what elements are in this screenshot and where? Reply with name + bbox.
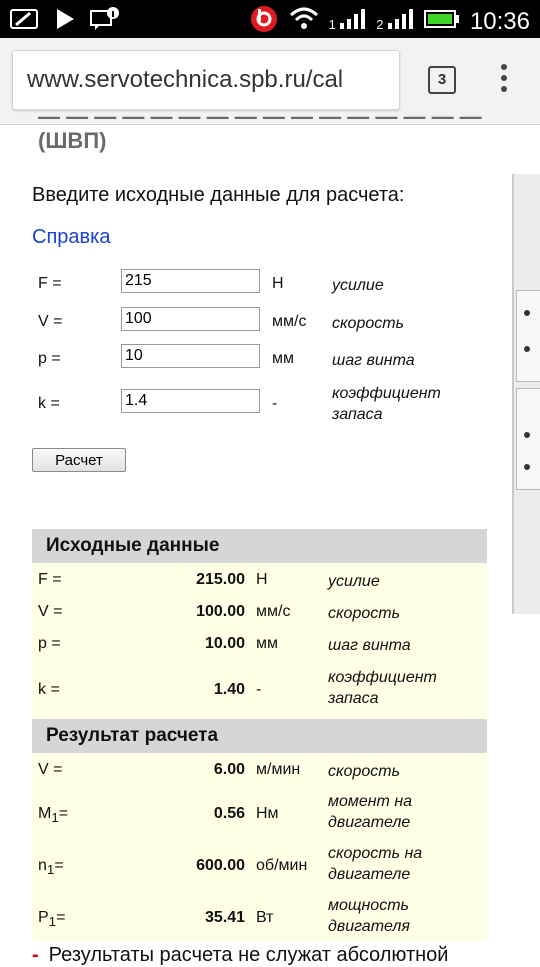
footnote-bullet: - [32,944,39,966]
table-row: M1= 0.56 Нм момент на двигателе [32,785,487,837]
footnote: - Результаты расчета не служат абсолютной [32,944,448,967]
input-label: F = [38,275,62,292]
input-row-pitch: p = мм шаг винта [0,344,540,378]
table-row: k = 1.40 - коэффициент запаса [32,661,487,719]
browser-toolbar: www.servotechnica.spb.ru/cal 3 [0,38,540,125]
intro-text: Введите исходные данные для расчета: [32,184,405,206]
safety-factor-input[interactable] [121,389,260,413]
source-data-header: Исходные данные [32,529,487,563]
table-row: n1= 600.00 об/мин скорость на двигателе [32,837,487,889]
input-label: k = [38,395,60,412]
row-unit: мм/с [256,603,291,620]
input-label: p = [38,350,61,367]
row-value: 600.00 [196,857,245,874]
result-body: V = 6.00 м/мин скорость M1= 0.56 Нм моме… [32,753,487,941]
input-label: V = [38,313,63,330]
input-desc: коэффициент запаса [332,385,441,423]
force-input[interactable] [121,269,260,293]
row-label: V = [38,603,63,620]
row-unit: Вт [256,909,274,926]
table-row: V = 6.00 м/мин скорость [32,753,487,785]
table-row: V = 100.00 мм/с скорость [32,595,487,627]
row-unit: Н [256,571,268,588]
table-row: F = 215.00 Н усилие [32,563,487,595]
row-label: P1= [38,909,66,930]
battery-icon [423,9,460,34]
row-unit: Нм [256,805,279,822]
row-value: 10.00 [204,635,245,652]
status-bar: 1 2 10:36 [0,0,540,38]
url-text: www.servotechnica.spb.ru/cal [27,66,344,93]
row-desc: шаг винта [328,637,411,654]
row-value: 100.00 [196,603,245,620]
row-desc: скорость на двигателе [328,845,423,883]
input-desc: скорость [332,315,404,332]
row-label: p = [38,635,61,652]
input-unit: Н [272,275,284,292]
help-link[interactable]: Справка [32,226,110,249]
wifi-icon [289,6,319,37]
input-unit: - [272,395,278,412]
tab-switcher-button[interactable]: 3 [428,66,456,94]
play-store-icon [54,7,76,36]
edit-notification-icon [10,7,40,36]
page-title: (ШВП) [38,128,107,153]
row-label: k = [38,681,60,698]
table-row: P1= 35.41 Вт мощность двигателя [32,889,487,941]
pitch-input[interactable] [121,344,260,368]
row-label: M1= [38,805,69,826]
source-data-body: F = 215.00 Н усилие V = 100.00 мм/с скор… [32,563,487,719]
footnote-text: Результаты расчета не служат абсолютной [48,944,449,966]
signal-1-icon: 1 [329,9,367,34]
signal-1-label: 1 [328,17,336,32]
row-value: 35.41 [204,909,245,926]
result-header: Результат расчета [32,719,487,753]
row-unit: об/мин [256,857,308,874]
input-desc: шаг винта [332,352,415,369]
overflow-menu-icon[interactable] [498,64,510,100]
input-desc: усилие [332,277,384,294]
row-desc: усилие [328,573,380,590]
message-info-icon [90,6,120,37]
input-unit: мм/с [272,313,307,330]
row-unit: мм [256,635,278,652]
input-row-force: F = Н усилие [0,269,540,303]
row-value: 0.56 [213,805,245,822]
input-row-velocity: V = мм/с скорость [0,307,540,341]
input-unit: мм [272,350,294,367]
row-value: 1.40 [213,681,245,698]
row-desc: мощность двигателя [328,897,410,935]
product-image [512,174,540,614]
row-label: V = [38,761,63,778]
row-desc: момент на двигателе [328,793,413,831]
row-value: 6.00 [213,761,245,778]
signal-2-label: 2 [376,17,384,32]
results-table: Исходные данные F = 215.00 Н усилие V = … [32,529,487,941]
row-label: F = [38,571,62,588]
row-desc: скорость [328,605,400,622]
calculate-button[interactable]: Расчет [32,448,126,472]
row-unit: м/мин [256,761,301,778]
clock: 10:36 [469,7,530,35]
velocity-input[interactable] [121,307,260,331]
row-desc: скорость [328,763,400,780]
input-row-safety-factor: k = - коэффициент запаса [0,385,540,423]
row-label: n1= [38,857,64,878]
beats-audio-icon [249,4,279,39]
table-row: p = 10.00 мм шаг винта [32,627,487,661]
row-desc: коэффициент запаса [328,669,437,707]
address-bar[interactable]: www.servotechnica.spb.ru/cal [12,50,400,110]
row-value: 215.00 [196,571,245,588]
signal-2-icon: 2 [376,9,414,34]
row-unit: - [256,681,262,698]
